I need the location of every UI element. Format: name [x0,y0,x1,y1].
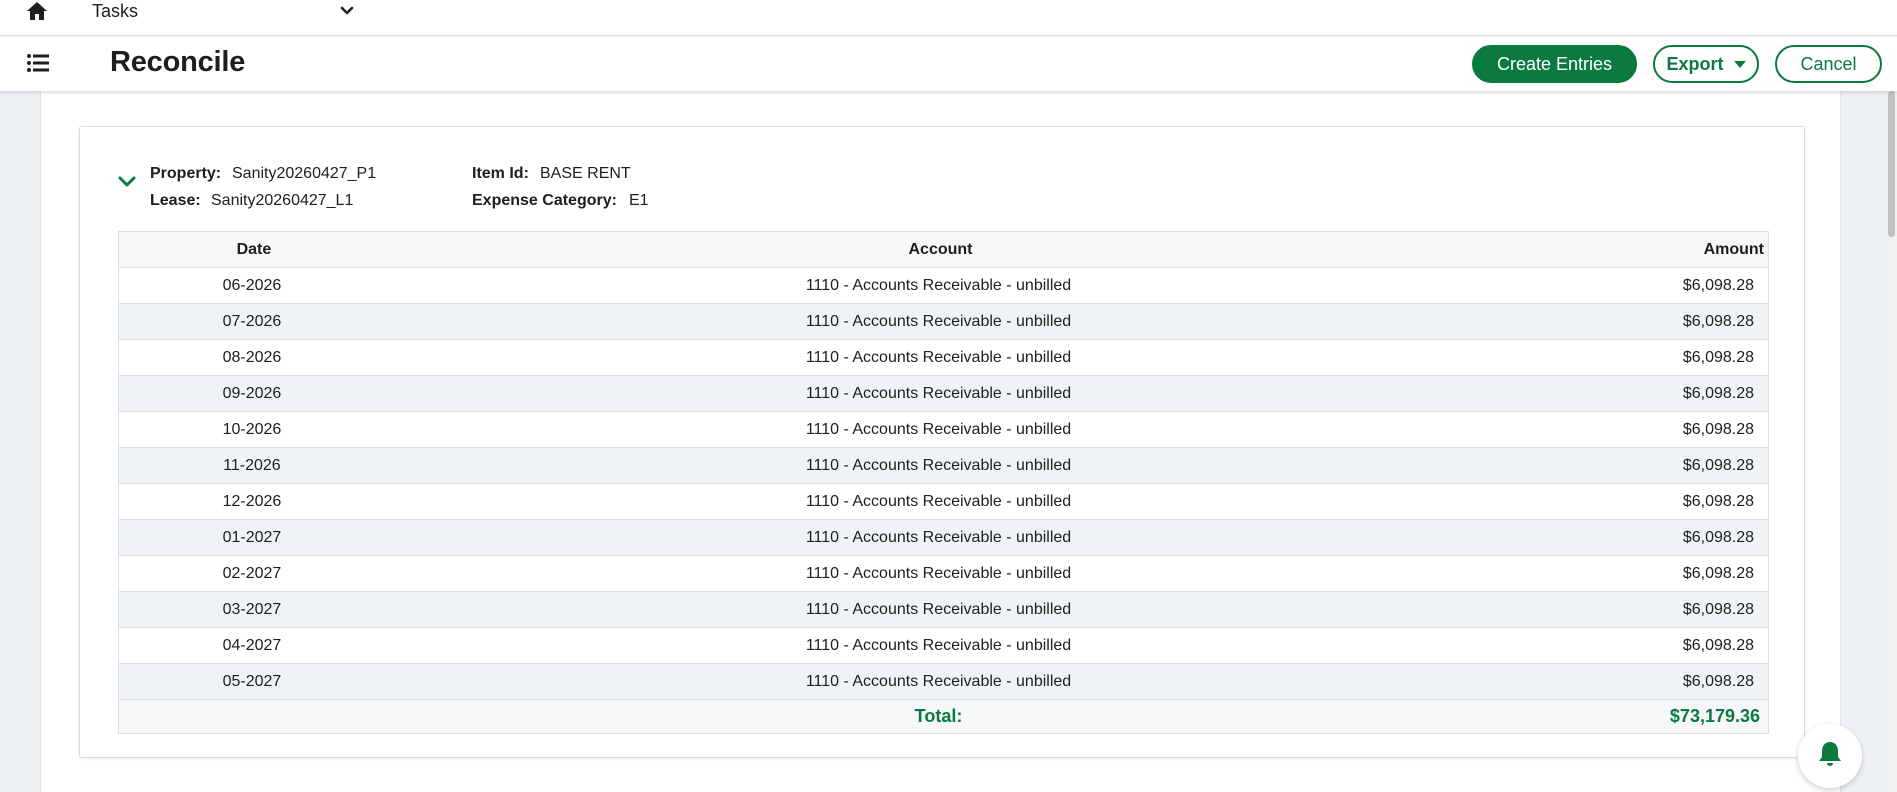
export-button[interactable]: Export [1653,45,1759,83]
notifications-button[interactable] [1798,724,1862,788]
table-row: 01-2027 1110 - Accounts Receivable - unb… [119,520,1768,556]
item-id-label: Item Id: [472,165,529,182]
home-icon[interactable] [24,0,50,22]
account-cell: 1110 - Accounts Receivable - unbilled [805,528,1072,546]
amount-cell: $6,098.28 [1682,600,1755,618]
collapse-chevron-icon[interactable] [117,172,137,192]
date-cell: 03-2027 [222,600,282,618]
property-value: Sanity20260427_P1 [232,165,377,182]
page-title: Reconcile [110,46,246,78]
amount-cell: $6,098.28 [1682,348,1755,366]
item-id-value: BASE RENT [540,165,631,182]
module-select-value: Tasks [92,0,139,21]
table-row: 05-2027 1110 - Accounts Receivable - unb… [119,664,1768,700]
account-cell: 1110 - Accounts Receivable - unbilled [805,564,1072,582]
account-cell: 1110 - Accounts Receivable - unbilled [805,456,1072,474]
account-cell: 1110 - Accounts Receivable - unbilled [805,312,1072,330]
date-cell: 04-2027 [222,636,282,654]
table-row: 11-2026 1110 - Accounts Receivable - unb… [119,448,1768,484]
total-label: Total: [914,706,963,726]
date-cell: 02-2027 [222,564,282,582]
cancel-button[interactable]: Cancel [1775,45,1882,83]
table-row: 06-2026 1110 - Accounts Receivable - unb… [119,268,1768,304]
date-cell: 11-2026 [223,456,281,474]
table-row: 07-2026 1110 - Accounts Receivable - unb… [119,304,1768,340]
amount-cell: $6,098.28 [1682,492,1755,510]
table-row: 12-2026 1110 - Accounts Receivable - unb… [119,484,1768,520]
chevron-down-icon [340,4,354,18]
table-row: 02-2027 1110 - Accounts Receivable - unb… [119,556,1768,592]
amount-cell: $6,098.28 [1682,456,1755,474]
amount-cell: $6,098.28 [1682,276,1755,294]
amount-cell: $6,098.28 [1682,528,1755,546]
table-row: 03-2027 1110 - Accounts Receivable - unb… [119,592,1768,628]
column-header-account: Account [908,240,973,258]
date-cell: 06-2026 [222,276,282,294]
date-cell: 09-2026 [222,384,282,402]
scrollbar-thumb[interactable] [1888,91,1895,237]
content-area: Property: Sanity20260427_P1 Lease: Sanit… [40,91,1841,792]
table-row: 10-2026 1110 - Accounts Receivable - unb… [119,412,1768,448]
date-cell: 05-2027 [222,672,282,690]
lease-label: Lease: [150,192,201,209]
amount-cell: $6,098.28 [1682,636,1755,654]
date-cell: 10-2026 [222,420,282,438]
account-cell: 1110 - Accounts Receivable - unbilled [805,600,1072,618]
account-cell: 1110 - Accounts Receivable - unbilled [805,636,1072,654]
date-cell: 07-2026 [222,312,282,330]
date-cell: 01-2027 [222,528,282,546]
total-value: $73,179.36 [1669,706,1761,726]
page-header: Reconcile Create Entries Export Cancel [0,37,1897,91]
module-select[interactable]: Tasks [92,0,354,22]
date-cell: 08-2026 [222,348,282,366]
expense-category-label: Expense Category: [472,192,617,209]
amount-cell: $6,098.28 [1682,312,1755,330]
property-label: Property: [150,165,222,182]
account-cell: 1110 - Accounts Receivable - unbilled [805,384,1072,402]
account-cell: 1110 - Accounts Receivable - unbilled [805,492,1072,510]
date-cell: 12-2026 [222,492,282,510]
column-header-amount: Amount [1703,240,1764,258]
column-header-date: Date [236,240,272,258]
top-bar: Tasks [0,0,1897,36]
amount-cell: $6,098.28 [1682,564,1755,582]
table-header-row: Date Account Amount [119,232,1768,268]
reconcile-table: Date Account Amount 06-2026 1110 - Accou… [118,231,1769,734]
expense-category-value: E1 [629,192,649,209]
table-row: 08-2026 1110 - Accounts Receivable - unb… [119,340,1768,376]
export-button-label: Export [1666,53,1724,74]
account-cell: 1110 - Accounts Receivable - unbilled [805,420,1072,438]
lease-value: Sanity20260427_L1 [211,192,354,209]
table-row: 09-2026 1110 - Accounts Receivable - unb… [119,376,1768,412]
account-cell: 1110 - Accounts Receivable - unbilled [805,672,1072,690]
total-row: Total: $73,179.36 [119,700,1768,733]
list-icon[interactable] [26,51,50,75]
amount-cell: $6,098.28 [1682,672,1755,690]
page-scrollbar[interactable] [1886,91,1897,792]
bell-icon [1817,740,1843,773]
caret-down-icon [1733,60,1746,68]
account-cell: 1110 - Accounts Receivable - unbilled [805,348,1072,366]
amount-cell: $6,098.28 [1682,420,1755,438]
reconcile-card: Property: Sanity20260427_P1 Lease: Sanit… [79,126,1805,758]
table-row: 04-2027 1110 - Accounts Receivable - unb… [119,628,1768,664]
account-cell: 1110 - Accounts Receivable - unbilled [805,276,1072,294]
create-entries-button[interactable]: Create Entries [1472,45,1637,83]
amount-cell: $6,098.28 [1682,384,1755,402]
